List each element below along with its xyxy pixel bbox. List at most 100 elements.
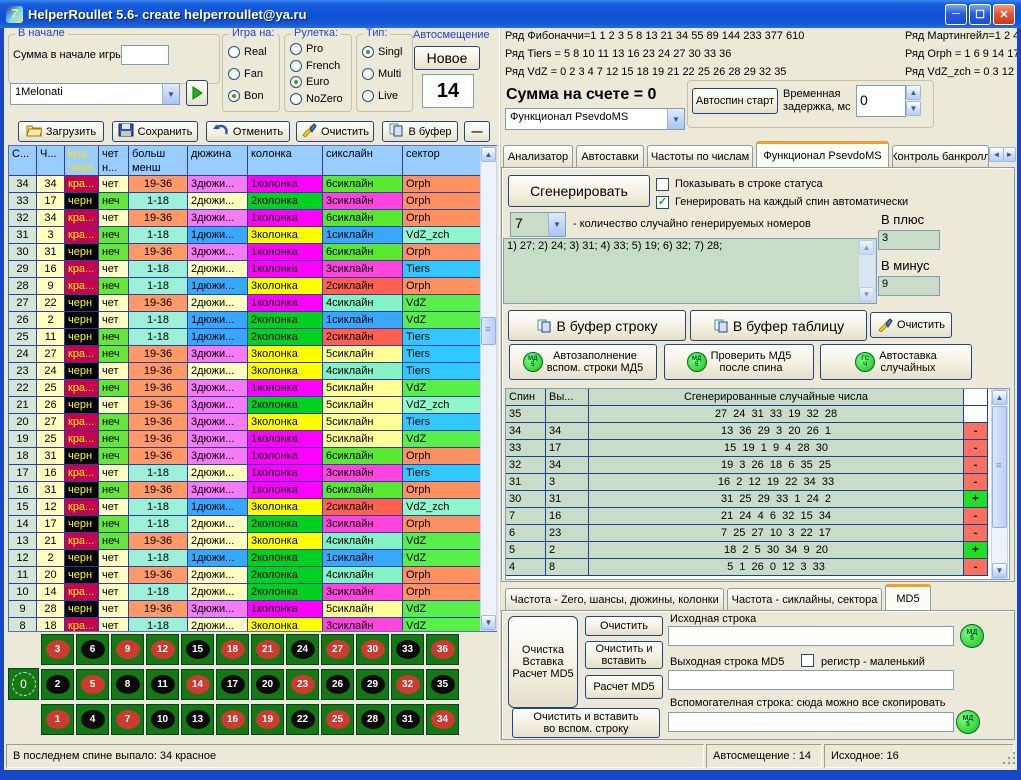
generated-row[interactable]: 31316 2 12 19 22 34 33- xyxy=(506,474,1009,491)
radio-icon[interactable] xyxy=(362,46,374,58)
tab-анализатор[interactable]: Анализатор xyxy=(503,145,573,167)
board-cell-29[interactable]: 29 xyxy=(356,669,389,700)
auto-generate-checkbox[interactable]: ✓ xyxy=(656,196,669,209)
collapse-button[interactable]: — xyxy=(464,121,490,142)
history-row[interactable]: 2027кра...неч19-363дюжи...3колонка5сикла… xyxy=(9,414,496,431)
history-row[interactable]: 289кра...неч1-181дюжи...3колонка2сиклайн… xyxy=(9,278,496,295)
generated-row[interactable]: 331715 19 1 9 4 28 30- xyxy=(506,440,1009,457)
md5-clear-paste-button[interactable]: Очистить ивставить xyxy=(585,641,663,669)
resize-grip[interactable] xyxy=(1001,752,1015,766)
history-row[interactable]: 3434кра...чет19-363дюжи...1колонка6сикла… xyxy=(9,176,496,193)
history-row[interactable]: 2225кра...неч19-363дюжи...1колонка5сикла… xyxy=(9,380,496,397)
tabs-scroll-right-button[interactable]: ► xyxy=(1003,147,1016,162)
board-cell-21[interactable]: 21 xyxy=(251,634,284,665)
autobet-random-button[interactable]: ГСЧ Автоставкаслучайных xyxy=(820,344,972,380)
board-cell-22[interactable]: 22 xyxy=(286,704,319,735)
radio-option-pro[interactable]: Pro xyxy=(290,43,349,55)
history-row[interactable]: 1321кра...неч19-362дюжи...3колонка4сикла… xyxy=(9,533,496,550)
board-cell-8[interactable]: 8 xyxy=(111,669,144,700)
radio-icon[interactable] xyxy=(290,76,302,88)
history-row[interactable]: 3234кра...чет19-363дюжи...1колонка6сикла… xyxy=(9,210,496,227)
scroll-down-icon[interactable]: ▼ xyxy=(992,563,1007,578)
board-cell-32[interactable]: 32 xyxy=(391,669,424,700)
check-md5-button[interactable]: МД5 Проверить МД5после спина xyxy=(664,344,814,380)
scroll-down-icon[interactable]: ▼ xyxy=(859,287,874,302)
board-cell-14[interactable]: 14 xyxy=(181,669,214,700)
close-button[interactable]: ✕ xyxy=(993,4,1015,25)
board-cell-13[interactable]: 13 xyxy=(181,704,214,735)
board-cell-34[interactable]: 34 xyxy=(426,704,459,735)
generated-numbers-textarea[interactable]: 1) 27; 2) 24; 3) 31; 4) 33; 5) 19; 6) 32… xyxy=(503,238,877,304)
delay-input[interactable]: 0 xyxy=(856,85,906,117)
md5-aux-icon-button[interactable]: МД5 xyxy=(956,710,980,734)
generate-button[interactable]: Сгенерировать xyxy=(508,175,650,207)
history-row[interactable]: 1716кра...чет1-182дюжи...1колонка3сиклай… xyxy=(9,465,496,482)
board-cell-28[interactable]: 28 xyxy=(356,704,389,735)
radio-icon[interactable] xyxy=(290,60,302,72)
history-row[interactable]: 818кра...чет1-182дюжи...3колонка3сиклайн… xyxy=(9,618,496,632)
history-row[interactable]: 1831черннеч19-363дюжи...1колонка6сиклайн… xyxy=(9,448,496,465)
history-row[interactable]: 1925кра...неч19-363дюжи...1колонка5сикла… xyxy=(9,431,496,448)
history-row[interactable]: 3317черннеч1-182дюжи...2колонка3сиклайнO… xyxy=(9,193,496,210)
history-row[interactable]: 1512кра...чет1-181дюжи...3колонка2сиклай… xyxy=(9,499,496,516)
board-cell-35[interactable]: 35 xyxy=(426,669,459,700)
scroll-up-icon[interactable]: ▲ xyxy=(481,147,496,162)
md5-output-input[interactable] xyxy=(668,670,954,690)
spinner-up-button[interactable]: ▲ xyxy=(906,85,921,100)
toolbar-clear-button[interactable]: Очистить xyxy=(296,121,374,142)
board-cell-17[interactable]: 17 xyxy=(216,669,249,700)
board-cell-7[interactable]: 7 xyxy=(111,704,144,735)
board-cell-15[interactable]: 15 xyxy=(181,634,214,665)
board-cell-26[interactable]: 26 xyxy=(321,669,354,700)
history-row[interactable]: 2511черннеч1-181дюжи...2колонка2сиклайнT… xyxy=(9,329,496,346)
board-cell-3[interactable]: 3 xyxy=(41,634,74,665)
tab-частоты-по-числам[interactable]: Частоты по числам xyxy=(647,145,753,167)
board-cell-20[interactable]: 20 xyxy=(251,669,284,700)
md5-run-icon-button[interactable]: МД5 xyxy=(960,624,984,648)
toolbar-undo-button[interactable]: Отменить xyxy=(206,121,290,142)
textarea-scrollbar[interactable]: ▲ ▼ xyxy=(859,240,875,302)
toolbar-copy-button[interactable]: В буфер xyxy=(382,121,458,142)
generated-scrollbar[interactable]: ▲▼ xyxy=(991,389,1008,579)
scroll-up-icon[interactable]: ▲ xyxy=(859,240,874,255)
history-row[interactable]: 2722чернчет19-362дюжи...1колонка4сиклайн… xyxy=(9,295,496,312)
tab-freq-2[interactable]: Частота - сиклайны, сектора xyxy=(727,588,882,610)
generated-row[interactable]: 5218 2 5 30 34 9 20+ xyxy=(506,542,1009,559)
radio-option-nozero[interactable]: NoZero xyxy=(290,93,349,105)
generated-row[interactable]: 485 1 26 0 12 3 33- xyxy=(506,559,1009,576)
autofill-md5-button[interactable]: МД5 Автозаполнениевспом. строки МД5 xyxy=(509,344,657,380)
board-cell-5[interactable]: 5 xyxy=(76,669,109,700)
history-row[interactable]: 1417черннеч1-182дюжи...2колонка3сиклайнO… xyxy=(9,516,496,533)
board-cell-23[interactable]: 23 xyxy=(286,669,319,700)
clear-generated-button[interactable]: Очистить xyxy=(870,312,952,338)
history-row[interactable]: 1014кра...чет1-182дюжи...2колонка3сиклай… xyxy=(9,584,496,601)
chevron-down-icon[interactable]: ▼ xyxy=(548,213,565,236)
scroll-up-icon[interactable]: ▲ xyxy=(992,390,1007,405)
history-row[interactable]: 3031черннеч19-363дюжи...1колонка6сиклайн… xyxy=(9,244,496,261)
history-row[interactable]: 262чернчет1-181дюжи...2колонка1сиклайнVd… xyxy=(9,312,496,329)
md5-clear-paste-aux-button[interactable]: Очистить и вставитьво вспом. строку xyxy=(512,708,660,738)
board-cell-25[interactable]: 25 xyxy=(321,704,354,735)
board-cell-33[interactable]: 33 xyxy=(391,634,424,665)
history-row[interactable]: 2324чернчет19-362дюжи...3колонка4сиклайн… xyxy=(9,363,496,380)
spinner-down-button[interactable]: ▼ xyxy=(906,101,921,116)
maximize-button[interactable]: ☐ xyxy=(969,4,991,25)
board-cell-30[interactable]: 30 xyxy=(356,634,389,665)
board-cell-19[interactable]: 19 xyxy=(251,704,284,735)
generated-row[interactable]: 303131 25 29 33 1 24 2+ xyxy=(506,491,1009,508)
tab-md5[interactable]: MD5 xyxy=(885,584,931,610)
history-row[interactable]: 2126чернчет19-363дюжи...2колонка5сиклайн… xyxy=(9,397,496,414)
board-cell-2[interactable]: 2 xyxy=(41,669,74,700)
radio-option-singl[interactable]: Singl xyxy=(362,46,410,58)
tab-функционал-psevdoms[interactable]: Функционал PsevdoMS xyxy=(756,141,889,167)
radio-option-multi[interactable]: Multi xyxy=(362,68,410,80)
chevron-down-icon[interactable]: ▼ xyxy=(162,84,179,104)
radio-icon[interactable] xyxy=(290,43,302,55)
buffer-row-button[interactable]: В буфер строку xyxy=(508,310,686,341)
radio-icon[interactable] xyxy=(290,93,302,105)
generated-row[interactable]: 343413 36 29 3 20 26 1- xyxy=(506,423,1009,440)
board-cell-31[interactable]: 31 xyxy=(391,704,424,735)
chevron-down-icon[interactable]: ▼ xyxy=(667,109,684,129)
profile-combo[interactable]: 1Melonati ▼ xyxy=(10,83,180,105)
generated-row[interactable]: 323419 3 26 18 6 35 25- xyxy=(506,457,1009,474)
